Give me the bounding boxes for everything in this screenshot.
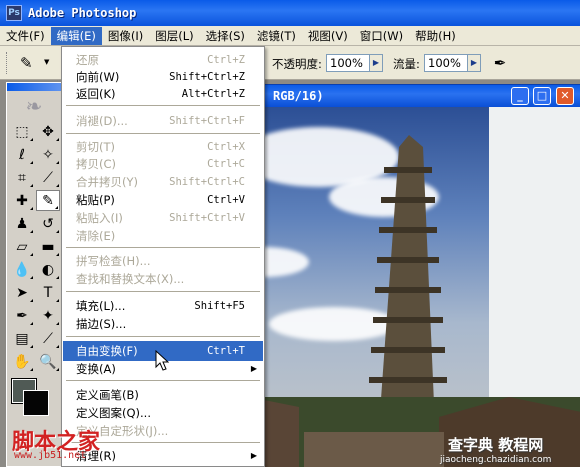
- lasso-tool-icon[interactable]: ℓ: [10, 144, 34, 165]
- dodge-tool-icon[interactable]: ◐: [36, 259, 60, 280]
- healing-brush-tool-icon[interactable]: ✚: [10, 190, 34, 211]
- menu-item-check-spelling[interactable]: 拼写检查(H)...: [63, 251, 263, 271]
- flow-input[interactable]: 100%: [424, 54, 468, 72]
- photoshop-window: Ps Adobe Photoshop 文件(F) 编辑(E) 图像(I) 图层(…: [0, 0, 580, 467]
- path-selection-tool-icon[interactable]: ➤: [10, 282, 34, 303]
- mouse-cursor-icon: [155, 350, 169, 371]
- watermark-chazidian-url: jiaocheng.chazidian.com: [440, 455, 552, 465]
- menu-item-clear[interactable]: 清除(E): [63, 226, 263, 246]
- eyedropper-tool-icon[interactable]: ⟋: [36, 328, 60, 349]
- menu-item-step-backward[interactable]: 返回(K) Alt+Ctrl+Z: [63, 84, 263, 104]
- pen-tool-icon[interactable]: ✒: [10, 305, 34, 326]
- marquee-tool-icon[interactable]: ⬚: [10, 121, 34, 142]
- edit-menu-dropdown: 还原 Ctrl+Z 向前(W) Shift+Ctrl+Z 返回(K) Alt+Ctrl…: [61, 46, 265, 467]
- window-title: Adobe Photoshop: [28, 6, 137, 20]
- opacity-slider-button[interactable]: ▶: [369, 54, 383, 72]
- menu-item-fill[interactable]: 填充(L)... Shift+F5: [63, 296, 263, 316]
- submenu-arrow-icon: ▶: [250, 451, 257, 460]
- brush-tool-selected-icon[interactable]: ✎: [36, 190, 60, 211]
- move-tool-icon[interactable]: ✥: [36, 121, 60, 142]
- menu-item-copy-merged[interactable]: 合并拷贝(Y) Shift+Ctrl+C: [63, 172, 263, 192]
- opacity-input[interactable]: 100%: [326, 54, 370, 72]
- gradient-tool-icon[interactable]: ▬: [36, 236, 60, 257]
- slice-tool-icon[interactable]: ⟋: [36, 167, 60, 188]
- flow-slider-button[interactable]: ▶: [467, 54, 481, 72]
- menu-separator: [66, 291, 260, 292]
- menu-item-paste[interactable]: 粘贴(P) Ctrl+V: [63, 190, 263, 210]
- magic-wand-tool-icon[interactable]: ✧: [36, 144, 60, 165]
- watermark-jb51-url: www.jb51.net: [14, 450, 87, 461]
- feather-logo-icon[interactable]: ❧: [7, 91, 61, 121]
- menu-item-copy[interactable]: 拷贝(C) Ctrl+C: [63, 154, 263, 174]
- menu-file[interactable]: 文件(F): [0, 27, 51, 45]
- menu-help[interactable]: 帮助(H): [409, 27, 462, 45]
- submenu-arrow-icon: ▶: [250, 364, 257, 373]
- history-brush-tool-icon[interactable]: ↺: [36, 213, 60, 234]
- menu-item-find-replace[interactable]: 查找和替换文本(X)...: [63, 269, 263, 289]
- shape-tool-icon[interactable]: ✦: [36, 305, 60, 326]
- menu-separator: [66, 247, 260, 248]
- document-title: RGB/16): [273, 89, 324, 103]
- toolbox-panel: ❧ ⬚ ✥ ℓ ✧ ⌗ ⟋ ✚ ✎ ♟ ↺ ▱ ▬ 💧 ◐ ➤ T ✒ ✦ ▤: [6, 82, 62, 467]
- menu-separator: [66, 105, 260, 106]
- close-button[interactable]: ✕: [556, 87, 574, 105]
- watermark-chazidian: 查字典 教程网: [448, 436, 544, 454]
- hand-tool-icon[interactable]: ✋: [10, 351, 34, 372]
- menu-item-stroke[interactable]: 描边(S)...: [63, 314, 263, 334]
- menu-item-define-pattern[interactable]: 定义图案(Q)...: [63, 403, 263, 423]
- menu-item-define-brush[interactable]: 定义画笔(B): [63, 385, 263, 405]
- menu-separator: [66, 336, 260, 337]
- menu-item-paste-into[interactable]: 粘贴入(I) Shift+Ctrl+V: [63, 208, 263, 228]
- airbrush-icon[interactable]: ✒: [488, 54, 512, 74]
- menu-layer[interactable]: 图层(L): [149, 27, 199, 45]
- color-swatches: [7, 378, 61, 426]
- blur-tool-icon[interactable]: 💧: [10, 259, 34, 280]
- menu-image[interactable]: 图像(I): [102, 27, 149, 45]
- menu-window[interactable]: 窗口(W): [354, 27, 409, 45]
- title-bar: Ps Adobe Photoshop: [0, 0, 580, 26]
- background-color-swatch[interactable]: [23, 390, 49, 416]
- opacity-label: 不透明度:: [272, 57, 322, 71]
- maximize-button[interactable]: □: [533, 87, 551, 105]
- brush-tool-icon[interactable]: ✎: [20, 54, 33, 72]
- toolbox-titlebar[interactable]: [7, 83, 61, 91]
- eraser-tool-icon[interactable]: ▱: [10, 236, 34, 257]
- menu-item-fade[interactable]: 消褪(D)... Shift+Ctrl+F: [63, 111, 263, 131]
- menu-bar: 文件(F) 编辑(E) 图像(I) 图层(L) 选择(S) 滤镜(T) 视图(V…: [0, 26, 580, 46]
- photoshop-app-icon: Ps: [6, 5, 22, 21]
- crop-tool-icon[interactable]: ⌗: [10, 167, 34, 188]
- clone-stamp-tool-icon[interactable]: ♟: [10, 213, 34, 234]
- menu-view[interactable]: 视图(V): [302, 27, 354, 45]
- minimize-button[interactable]: _: [511, 87, 529, 105]
- menu-separator: [66, 380, 260, 381]
- flow-label: 流量:: [393, 57, 420, 71]
- type-tool-icon[interactable]: T: [36, 282, 60, 303]
- notes-tool-icon[interactable]: ▤: [10, 328, 34, 349]
- zoom-tool-icon[interactable]: 🔍: [36, 351, 60, 372]
- menu-filter[interactable]: 滤镜(T): [251, 27, 302, 45]
- menu-select[interactable]: 选择(S): [200, 27, 251, 45]
- options-bar-grip[interactable]: [6, 52, 9, 74]
- tools-grid: ⬚ ✥ ℓ ✧ ⌗ ⟋ ✚ ✎ ♟ ↺ ▱ ▬ 💧 ◐ ➤ T ✒ ✦ ▤ ⟋: [7, 121, 61, 372]
- menu-edit[interactable]: 编辑(E): [50, 26, 102, 45]
- chevron-down-icon[interactable]: ▼: [44, 58, 49, 66]
- menu-separator: [66, 133, 260, 134]
